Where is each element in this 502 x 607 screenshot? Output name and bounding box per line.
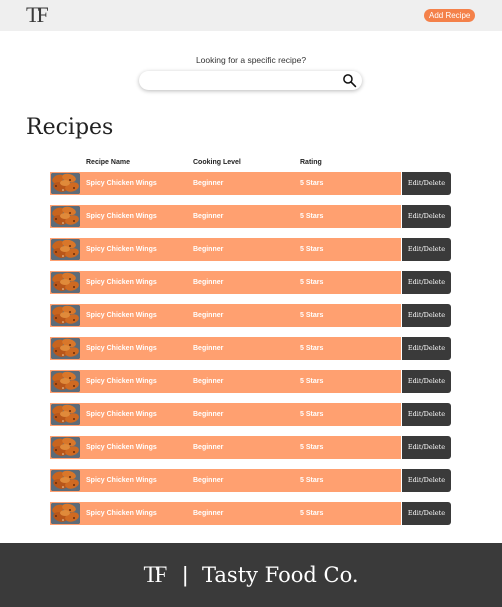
recipe-row[interactable]: Spicy Chicken Wings Beginner 5 Stars Edi… [50, 172, 451, 195]
recipe-name: Spicy Chicken Wings [86, 510, 157, 517]
chicken-wings-icon [51, 338, 80, 359]
rating: 5 Stars [300, 312, 324, 319]
edit-delete-button[interactable]: Edit/Delete [402, 403, 451, 426]
cooking-level: Beginner [193, 213, 224, 220]
cooking-level: Beginner [193, 378, 224, 385]
cooking-level: Beginner [193, 279, 224, 286]
rating: 5 Stars [300, 510, 324, 517]
recipe-row[interactable]: Spicy Chicken Wings Beginner 5 Stars Edi… [50, 469, 451, 492]
footer-logo: TF [143, 562, 167, 587]
chicken-wings-icon [51, 239, 80, 260]
edit-delete-button[interactable]: Edit/Delete [402, 238, 451, 261]
chicken-wings-icon [51, 404, 80, 425]
footer: TF | Tasty Food Co. [0, 543, 502, 607]
chicken-wings-icon [51, 470, 80, 491]
recipe-thumbnail [51, 437, 80, 458]
cooking-level: Beginner [193, 477, 224, 484]
recipe-row[interactable]: Spicy Chicken Wings Beginner 5 Stars Edi… [50, 370, 451, 393]
rating: 5 Stars [300, 444, 324, 451]
chicken-wings-icon [51, 173, 80, 194]
column-header-rating: Rating [300, 159, 322, 166]
column-header-recipe-name: Recipe Name [86, 159, 130, 166]
edit-delete-button[interactable]: Edit/Delete [402, 304, 451, 327]
chicken-wings-icon [51, 272, 80, 293]
recipe-thumbnail [51, 470, 80, 491]
cooking-level: Beginner [193, 411, 224, 418]
chicken-wings-icon [51, 305, 80, 326]
page-title: Recipes [26, 115, 114, 140]
rating: 5 Stars [300, 378, 324, 385]
cooking-level: Beginner [193, 444, 224, 451]
edit-delete-button[interactable]: Edit/Delete [402, 205, 451, 228]
cooking-level: Beginner [193, 510, 224, 517]
search-input[interactable] [151, 73, 331, 88]
edit-delete-button[interactable]: Edit/Delete [402, 337, 451, 360]
recipe-thumbnail [51, 272, 80, 293]
recipe-row[interactable]: Spicy Chicken Wings Beginner 5 Stars Edi… [50, 205, 451, 228]
rating: 5 Stars [300, 411, 324, 418]
recipe-thumbnail [51, 239, 80, 260]
recipe-thumbnail [51, 371, 80, 392]
recipe-name: Spicy Chicken Wings [86, 312, 157, 319]
brand-logo[interactable]: TF [26, 4, 49, 26]
recipe-row[interactable]: Spicy Chicken Wings Beginner 5 Stars Edi… [50, 304, 451, 327]
search-icon[interactable] [342, 73, 357, 88]
rating: 5 Stars [300, 213, 324, 220]
cooking-level: Beginner [193, 345, 224, 352]
chicken-wings-icon [51, 206, 80, 227]
recipe-thumbnail [51, 338, 80, 359]
search-prompt: Looking for a specific recipe? [195, 55, 307, 65]
edit-delete-button[interactable]: Edit/Delete [402, 370, 451, 393]
recipe-thumbnail [51, 503, 80, 524]
cooking-level: Beginner [193, 312, 224, 319]
chicken-wings-icon [51, 371, 80, 392]
recipe-name: Spicy Chicken Wings [86, 477, 157, 484]
cooking-level: Beginner [193, 246, 224, 253]
footer-brand: TF | Tasty Food Co. [0, 543, 502, 607]
recipe-row[interactable]: Spicy Chicken Wings Beginner 5 Stars Edi… [50, 238, 451, 261]
recipe-thumbnail [51, 305, 80, 326]
edit-delete-button[interactable]: Edit/Delete [402, 436, 451, 459]
rating: 5 Stars [300, 477, 324, 484]
edit-delete-button[interactable]: Edit/Delete [402, 172, 451, 195]
add-recipe-button[interactable]: Add Recipe [424, 9, 476, 22]
edit-delete-button[interactable]: Edit/Delete [402, 271, 451, 294]
recipe-row[interactable]: Spicy Chicken Wings Beginner 5 Stars Edi… [50, 337, 451, 360]
footer-separator: | [182, 562, 189, 587]
search-bar[interactable] [139, 71, 362, 90]
recipe-row[interactable]: Spicy Chicken Wings Beginner 5 Stars Edi… [50, 436, 451, 459]
rating: 5 Stars [300, 246, 324, 253]
column-header-cooking-level: Cooking Level [193, 159, 241, 166]
recipe-thumbnail [51, 206, 80, 227]
chicken-wings-icon [51, 503, 80, 524]
edit-delete-button[interactable]: Edit/Delete [402, 469, 451, 492]
recipe-name: Spicy Chicken Wings [86, 345, 157, 352]
recipe-name: Spicy Chicken Wings [86, 279, 157, 286]
recipe-thumbnail [51, 173, 80, 194]
recipe-name: Spicy Chicken Wings [86, 180, 157, 187]
recipe-name: Spicy Chicken Wings [86, 378, 157, 385]
recipe-thumbnail [51, 404, 80, 425]
recipe-name: Spicy Chicken Wings [86, 444, 157, 451]
recipe-row[interactable]: Spicy Chicken Wings Beginner 5 Stars Edi… [50, 403, 451, 426]
recipe-name: Spicy Chicken Wings [86, 411, 157, 418]
rating: 5 Stars [300, 279, 324, 286]
chicken-wings-icon [51, 437, 80, 458]
top-nav: TF Add Recipe [0, 0, 502, 31]
edit-delete-button[interactable]: Edit/Delete [402, 502, 451, 525]
recipe-row[interactable]: Spicy Chicken Wings Beginner 5 Stars Edi… [50, 502, 451, 525]
recipe-name: Spicy Chicken Wings [86, 213, 157, 220]
recipe-row[interactable]: Spicy Chicken Wings Beginner 5 Stars Edi… [50, 271, 451, 294]
footer-brand-name: Tasty Food Co. [202, 563, 359, 587]
rating: 5 Stars [300, 180, 324, 187]
rating: 5 Stars [300, 345, 324, 352]
cooking-level: Beginner [193, 180, 224, 187]
recipe-name: Spicy Chicken Wings [86, 246, 157, 253]
